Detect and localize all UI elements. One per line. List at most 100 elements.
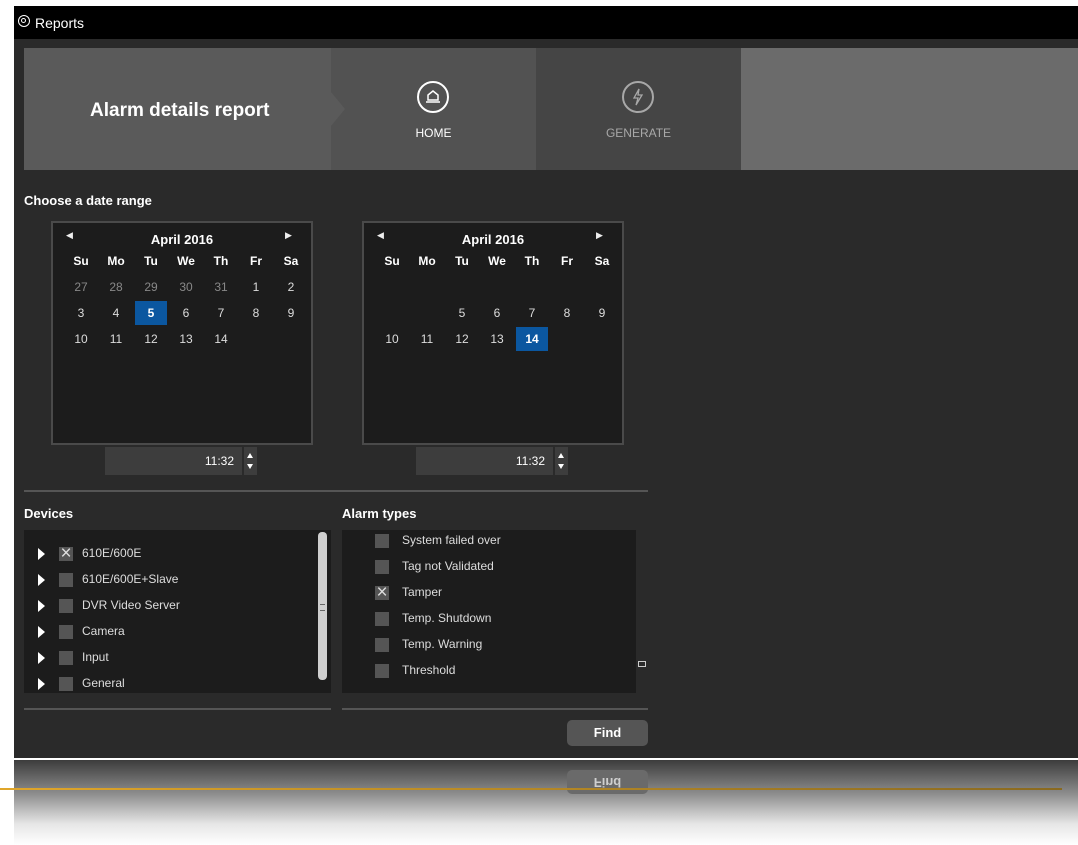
device-checkbox[interactable] (59, 625, 73, 639)
reports-window: Reports Alarm details report HOME GENERA… (14, 6, 1078, 758)
calendar-day[interactable]: 30 (170, 275, 202, 299)
step-home-label: HOME (415, 126, 452, 140)
end-time-value: 11:32 (515, 454, 545, 468)
expand-arrow-icon[interactable] (38, 678, 45, 690)
expand-arrow-icon[interactable] (38, 600, 45, 612)
calendar-day[interactable]: 8 (240, 301, 272, 325)
next-month-button[interactable]: ▶ (285, 230, 292, 241)
expand-arrow-icon[interactable] (38, 548, 45, 560)
calendar-day[interactable]: 13 (481, 327, 513, 351)
calendar-day[interactable]: 6 (481, 301, 513, 325)
alarm-type-checkbox[interactable] (375, 534, 389, 548)
calendar-day[interactable]: 2 (275, 275, 307, 299)
window-title: Reports (35, 15, 85, 31)
calendar-day[interactable]: 4 (100, 301, 132, 325)
calendar-day[interactable]: 27 (65, 275, 97, 299)
calendar-day[interactable]: 3 (65, 301, 97, 325)
calendar-day[interactable]: 28 (100, 275, 132, 299)
calendar-day[interactable]: 5 (446, 301, 478, 325)
alarm-types-title: Alarm types (342, 506, 417, 521)
title-bar: Reports (14, 6, 1078, 39)
device-label: 610E/600E (82, 546, 142, 560)
alarm-type-checkbox[interactable] (375, 560, 389, 574)
calendar-day[interactable]: 1 (240, 275, 272, 299)
calendar-day[interactable]: 12 (135, 327, 167, 351)
calendar-day[interactable]: 11 (100, 327, 132, 351)
device-checkbox[interactable] (59, 677, 73, 691)
weekday-label: Sa (283, 254, 299, 268)
calendar-day[interactable]: 9 (275, 301, 307, 325)
divider (342, 708, 648, 710)
calendar-day[interactable]: 14 (516, 327, 548, 351)
device-checkbox[interactable] (59, 651, 73, 665)
spin-up-icon[interactable] (558, 453, 564, 458)
weekday-label: We (488, 254, 506, 268)
alarm-types-list: System failed over Tag not Validated Tampe… (342, 530, 636, 693)
next-month-button[interactable]: ▶ (596, 230, 603, 241)
weekday-label: Mo (418, 254, 436, 268)
start-time-value: 11:32 (204, 454, 234, 468)
report-title: Alarm details report (90, 100, 270, 121)
step-home[interactable]: HOME (331, 48, 536, 170)
weekday-label: Th (213, 254, 229, 268)
weekday-label: Fr (561, 254, 573, 268)
calendar-month: April 2016 (150, 232, 214, 247)
report-title-panel: Alarm details report (24, 48, 331, 170)
calendar-day[interactable]: 8 (551, 301, 583, 325)
calendar-day[interactable]: 10 (65, 327, 97, 351)
calendar-day[interactable]: 6 (170, 301, 202, 325)
alarm-type-checkbox[interactable] (375, 664, 389, 678)
calendar-day[interactable]: 31 (205, 275, 237, 299)
weekday-label: We (177, 254, 195, 268)
spin-up-icon[interactable] (247, 453, 253, 458)
expand-arrow-icon[interactable] (38, 652, 45, 664)
find-button-reflection: Find (567, 770, 648, 794)
alarm-type-checkbox[interactable] (375, 582, 389, 604)
step-generate-label: GENERATE (605, 126, 672, 140)
wizard-header: Alarm details report HOME GENERATE (24, 48, 1078, 170)
weekday-label: Fr (250, 254, 262, 268)
calendar-day[interactable]: 7 (205, 301, 237, 325)
find-button[interactable]: Find (567, 720, 648, 746)
expand-arrow-icon[interactable] (38, 574, 45, 586)
calendar-month: April 2016 (461, 232, 525, 247)
device-label: 610E/600E+Slave (82, 572, 179, 586)
calendar-day[interactable]: 7 (516, 301, 548, 325)
divider (24, 490, 648, 492)
alarm-type-label: Tag not Validated (402, 559, 494, 573)
start-time-input[interactable]: 11:32 (105, 447, 242, 475)
alarm-type-label: System failed over (402, 533, 501, 547)
spin-down-icon[interactable] (558, 464, 564, 469)
calendar-day[interactable]: 10 (376, 327, 408, 351)
device-label: General (82, 676, 125, 690)
calendar-day[interactable]: 9 (586, 301, 618, 325)
calendar-day[interactable]: 14 (205, 327, 237, 351)
device-checkbox[interactable] (59, 599, 73, 613)
device-checkbox[interactable] (59, 543, 73, 565)
alarm-type-checkbox[interactable] (375, 612, 389, 626)
device-label: Camera (82, 624, 125, 638)
end-time-spinner[interactable] (555, 447, 568, 475)
accent-line (0, 788, 1062, 790)
device-checkbox[interactable] (59, 573, 73, 587)
spin-down-icon[interactable] (247, 464, 253, 469)
step-generate[interactable]: GENERATE (536, 48, 741, 170)
chevron-arrow (331, 92, 345, 126)
lightning-icon (622, 81, 654, 113)
device-label: DVR Video Server (82, 598, 180, 612)
calendar-day[interactable]: 11 (411, 327, 443, 351)
home-icon (417, 81, 449, 113)
scrollbar-thumb[interactable] (318, 532, 327, 680)
calendar-day[interactable]: 13 (170, 327, 202, 351)
start-time-spinner[interactable] (244, 447, 257, 475)
alarm-type-checkbox[interactable] (375, 638, 389, 652)
weekday-label: Tu (455, 254, 469, 268)
calendar-day[interactable]: 12 (446, 327, 478, 351)
calendar-day[interactable]: 5 (135, 301, 167, 325)
calendar-day[interactable]: 29 (135, 275, 167, 299)
start-calendar: ◀ April 2016 ▶ Su Mo Tu We Th Fr Sa 27 28 29 30 31 1… (51, 221, 313, 445)
end-time-input[interactable]: 11:32 (416, 447, 553, 475)
weekday-label: Sa (594, 254, 610, 268)
resize-grip-icon[interactable] (638, 661, 646, 667)
expand-arrow-icon[interactable] (38, 626, 45, 638)
